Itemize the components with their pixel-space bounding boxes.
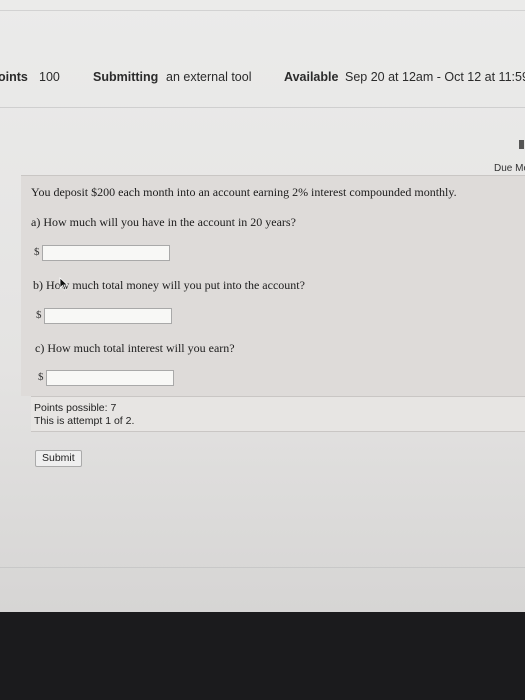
attempt-text: This is attempt 1 of 2. (34, 415, 135, 427)
points-possible: Points possible: 7 (34, 402, 117, 414)
submit-button[interactable]: Submit (35, 450, 82, 467)
part-b-answer-input[interactable] (44, 308, 172, 324)
part-c-currency: $ (38, 371, 44, 383)
mouse-cursor-icon (59, 277, 69, 291)
part-a-currency: $ (34, 246, 40, 258)
points-label: oints (0, 70, 28, 84)
part-a-answer-input[interactable] (42, 245, 170, 261)
part-b-text: b) How much total money will you put int… (33, 278, 305, 292)
question-prompt: You deposit $200 each month into an acco… (31, 185, 457, 199)
available-value: Sep 20 at 12am - Oct 12 at 11:59 (345, 70, 525, 84)
footer-divider (0, 567, 525, 568)
available-label: Available (284, 70, 339, 84)
part-a-text: a) How much will you have in the account… (31, 215, 296, 229)
submitting-value: an external tool (166, 70, 252, 84)
points-value: 100 (39, 70, 60, 84)
quiz-page: oints 100 Submitting an external tool Av… (0, 0, 525, 612)
scroll-marker (519, 140, 524, 149)
question-panel: You deposit $200 each month into an acco… (21, 175, 525, 396)
part-b-currency: $ (36, 309, 42, 321)
assignment-meta-bar: oints 100 Submitting an external tool Av… (0, 70, 525, 94)
submitting-label: Submitting (93, 70, 159, 84)
attempt-info-panel: Points possible: 7 This is attempt 1 of … (31, 396, 525, 432)
part-c-text: c) How much total interest will you earn… (35, 341, 235, 355)
due-label: Due Mo (494, 163, 525, 174)
header-divider (0, 10, 525, 11)
meta-divider (0, 107, 525, 108)
monitor-bezel (0, 612, 525, 700)
part-c-answer-input[interactable] (46, 370, 174, 386)
